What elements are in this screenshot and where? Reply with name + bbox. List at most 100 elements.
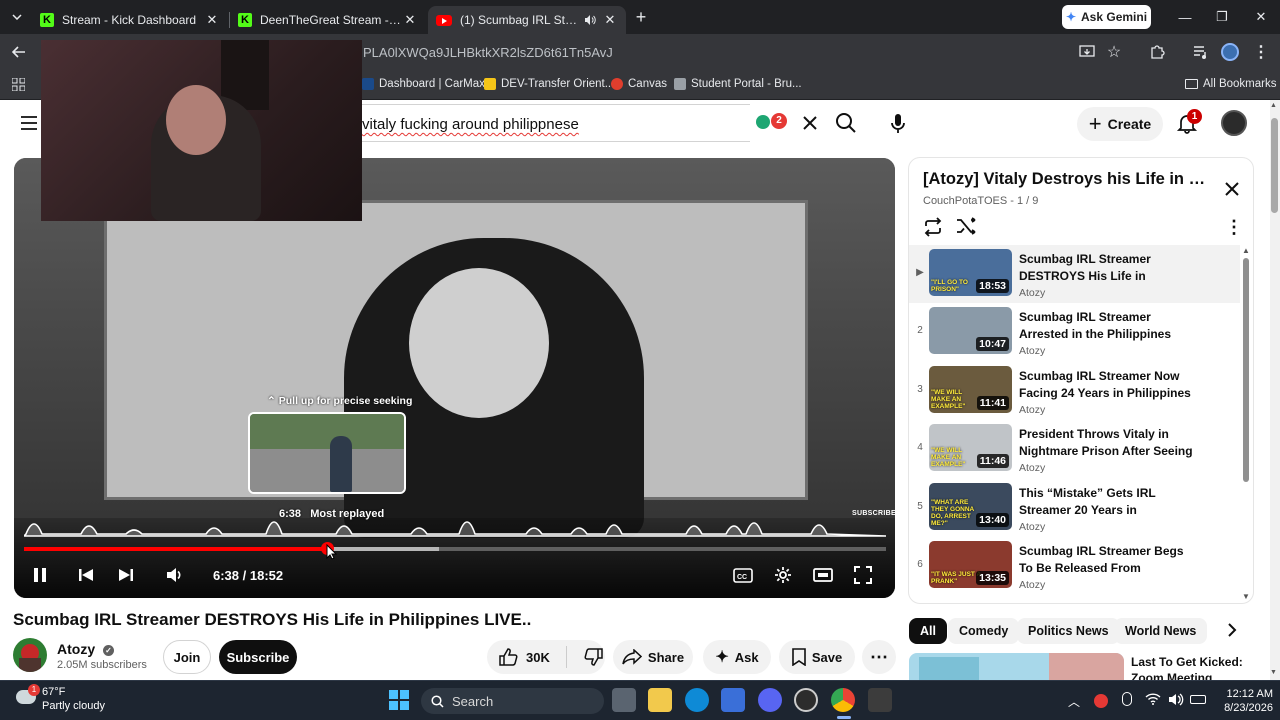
- chip-politics-news[interactable]: Politics News: [1017, 618, 1120, 644]
- apps-grid-icon[interactable]: [8, 74, 28, 94]
- extension-search-icon[interactable]: 2: [754, 113, 788, 133]
- subscribe-watermark[interactable]: SUBSCRIBE: [852, 510, 896, 517]
- bookmark-carmax[interactable]: Dashboard | CarMax: [362, 76, 485, 92]
- tab-kick-dashboard[interactable]: K Stream - Kick Dashboard ✕: [32, 6, 228, 34]
- seek-bar[interactable]: [24, 542, 886, 555]
- playlist-item[interactable]: 5 "WHAT ARE THEY GONNA DO, ARREST ME?" 13:…: [909, 479, 1240, 537]
- tab-youtube-active[interactable]: (1) Scumbag IRL Streamer DESTROYS His Li…: [428, 6, 626, 34]
- close-icon[interactable]: ✕: [402, 12, 418, 28]
- discord-icon[interactable]: [758, 688, 782, 712]
- fullscreen-icon[interactable]: [850, 563, 876, 587]
- clock[interactable]: 12:12 AM 8/23/2026: [1219, 687, 1273, 715]
- back-icon[interactable]: [9, 42, 29, 62]
- media-controls-icon[interactable]: [1191, 42, 1211, 62]
- tab-deenthegreat-stream[interactable]: K DeenTheGreat Stream - Watch Live on Ki…: [230, 6, 426, 34]
- page-scroll-up-icon[interactable]: ▲: [1270, 102, 1277, 109]
- playlist-title[interactable]: [Atozy] Vitaly Destroys his Life in the …: [923, 170, 1208, 189]
- volume-icon[interactable]: [162, 563, 188, 587]
- notifications-bell-icon[interactable]: 1: [1176, 109, 1202, 136]
- task-view-icon[interactable]: [612, 688, 636, 712]
- previous-icon[interactable]: [73, 563, 99, 587]
- profile-avatar-icon[interactable]: [1220, 42, 1240, 62]
- bookmark-student-portal[interactable]: Student Portal - Bru...: [674, 76, 802, 92]
- pause-icon[interactable]: [27, 563, 53, 587]
- ask-button[interactable]: ✦ Ask: [703, 640, 771, 674]
- like-button[interactable]: 30K: [499, 648, 550, 666]
- channel-avatar[interactable]: [13, 638, 47, 672]
- thumbs-down-icon[interactable]: [583, 648, 603, 666]
- minimize-icon[interactable]: —: [1168, 4, 1202, 30]
- battery-icon[interactable]: [1190, 695, 1206, 704]
- bookmark-dev-transfer[interactable]: DEV-Transfer Orient...: [484, 76, 614, 92]
- playlist-more-icon[interactable]: ⋮: [1225, 217, 1243, 237]
- next-icon[interactable]: [113, 563, 139, 587]
- voice-search-icon[interactable]: [890, 113, 908, 135]
- recommendation-thumbnail[interactable]: [909, 653, 1124, 680]
- page-scrollbar-thumb[interactable]: [1271, 118, 1278, 213]
- bookmark-star-icon[interactable]: ☆: [1104, 42, 1124, 62]
- chip-all[interactable]: All: [909, 618, 947, 644]
- taskbar-search[interactable]: Search: [421, 688, 604, 714]
- ask-gemini-button[interactable]: ✦ Ask Gemini: [1062, 5, 1151, 29]
- subscribe-button[interactable]: Subscribe: [219, 640, 297, 674]
- close-playlist-icon[interactable]: [1224, 181, 1240, 197]
- save-button[interactable]: Save: [779, 640, 855, 674]
- chip-comedy[interactable]: Comedy: [948, 618, 1020, 644]
- edge-icon[interactable]: [685, 688, 709, 712]
- chip-world-news[interactable]: World News: [1114, 618, 1208, 644]
- search-icon[interactable]: [835, 112, 857, 134]
- extensions-icon[interactable]: [1147, 42, 1167, 62]
- shuffle-icon[interactable]: [956, 217, 978, 237]
- close-window-icon[interactable]: ✕: [1244, 4, 1278, 30]
- speaker-volume-icon[interactable]: [1168, 693, 1184, 706]
- playlist-item[interactable]: 2 10:47 Scumbag IRL Streamer Arrested in t…: [909, 303, 1240, 361]
- settings-gear-icon[interactable]: [770, 563, 796, 587]
- new-tab-icon[interactable]: +: [632, 8, 650, 26]
- join-button[interactable]: Join: [163, 640, 211, 674]
- tray-mic-icon[interactable]: [1122, 692, 1132, 706]
- captions-icon[interactable]: CC: [730, 563, 756, 587]
- playlist-scrollbar[interactable]: [1243, 258, 1249, 482]
- create-button[interactable]: + Create: [1077, 107, 1163, 141]
- restore-icon[interactable]: ❐: [1205, 4, 1239, 30]
- more-vert-icon[interactable]: ⋮: [1251, 42, 1271, 62]
- speaker-icon[interactable]: [584, 14, 596, 26]
- wifi-icon[interactable]: [1145, 693, 1161, 705]
- obs-icon[interactable]: [794, 688, 818, 712]
- account-avatar[interactable]: [1221, 110, 1247, 136]
- menu-hamburger-icon[interactable]: [20, 115, 38, 131]
- weather-widget[interactable]: 1 67°F Partly cloudy: [14, 684, 134, 716]
- chip-next-chevron-icon[interactable]: [1227, 622, 1241, 640]
- tray-app-icon[interactable]: [1094, 694, 1108, 708]
- terminal-icon[interactable]: [868, 688, 892, 712]
- playlist-item[interactable]: 6 "IT WAS JUST A PRANK" 13:35 Scumbag IRL S…: [909, 537, 1240, 595]
- theater-mode-icon[interactable]: [810, 563, 836, 587]
- picture-in-picture-stream[interactable]: [41, 40, 362, 221]
- playlist-scroll-up-icon[interactable]: ▲: [1242, 246, 1250, 255]
- search-input[interactable]: vitaly fucking around philippnese: [362, 116, 579, 133]
- more-actions-button[interactable]: ⋯: [862, 640, 896, 674]
- playlist-item[interactable]: 3 "WE WILL MAKE AN EXAMPLE" 11:41 Scumbag I…: [909, 362, 1240, 420]
- file-explorer-icon[interactable]: [648, 688, 672, 712]
- recommendation-title[interactable]: Last To Get Kicked: Zoom Meeting: [1131, 654, 1251, 680]
- address-bar-url[interactable]: PLA0lXWQa9JLHBktkXR2lsZD6t61Tn5AvJ: [363, 45, 613, 60]
- playlist-scroll-down-icon[interactable]: ▼: [1242, 592, 1250, 601]
- close-icon[interactable]: ✕: [602, 12, 618, 28]
- loop-icon[interactable]: [922, 217, 944, 237]
- all-bookmarks-label: All Bookmarks: [1203, 78, 1277, 90]
- channel-name-row[interactable]: Atozy ✓: [57, 641, 115, 657]
- close-icon[interactable]: ✕: [204, 12, 220, 28]
- playlist-item[interactable]: ▶ "I'LL GO TO PRISON" 18:53 Scumbag IRL Str…: [909, 245, 1240, 303]
- install-app-icon[interactable]: [1077, 42, 1097, 62]
- all-bookmarks[interactable]: All Bookmarks: [1185, 76, 1277, 92]
- windows-start-icon[interactable]: [389, 690, 409, 710]
- page-scroll-down-icon[interactable]: ▼: [1270, 669, 1277, 676]
- clear-search-icon[interactable]: [801, 114, 819, 132]
- bookmark-canvas[interactable]: Canvas: [611, 76, 667, 92]
- tab-search-icon[interactable]: [8, 8, 26, 26]
- playlist-item[interactable]: 4 "WE WILL MAKE AN EXAMPLE" 11:46 President…: [909, 420, 1240, 478]
- chrome-icon[interactable]: [831, 688, 855, 712]
- store-icon[interactable]: [721, 688, 745, 712]
- tray-overflow-chevron-icon[interactable]: ︿: [1068, 693, 1080, 710]
- share-button[interactable]: Share: [613, 640, 693, 674]
